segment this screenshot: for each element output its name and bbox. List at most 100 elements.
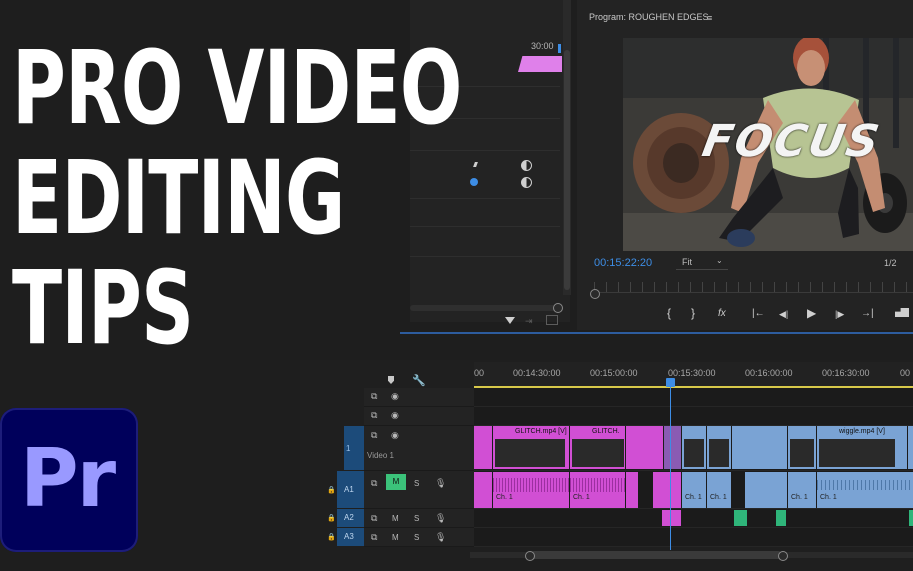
playhead-handle[interactable]	[666, 378, 675, 387]
half-circle-icon[interactable]	[521, 177, 532, 188]
resolution-dropdown[interactable]: 1/2	[884, 258, 897, 268]
source-timecode: 30:00	[531, 41, 554, 51]
track-row-v2[interactable]	[474, 407, 913, 426]
step-back-button[interactable]: ◀|	[779, 309, 788, 320]
program-timecode[interactable]: 00:15:22:20	[594, 257, 652, 269]
microphone-icon[interactable]: 🎙	[435, 478, 446, 489]
scroll-knob[interactable]	[525, 551, 535, 561]
channel-label: Ch. 1	[685, 494, 702, 501]
lock-icon[interactable]: 🔒	[327, 486, 336, 494]
video-clip[interactable]	[732, 426, 787, 469]
export-icon[interactable]	[546, 315, 558, 325]
mute-button-a3[interactable]: M	[392, 533, 399, 542]
mark-out-button[interactable]: }	[691, 306, 695, 320]
lock-icon[interactable]: 🔒	[327, 533, 336, 541]
panel-scrollbar-thumb[interactable]	[564, 50, 570, 290]
source-in-marker[interactable]	[558, 44, 561, 53]
video-clip[interactable]	[664, 426, 681, 469]
audio-clip-green[interactable]	[734, 510, 747, 526]
step-forward-button[interactable]: |▶	[835, 309, 844, 320]
keyframe-clip-bar[interactable]	[518, 56, 562, 72]
logo-text: Pr	[20, 432, 116, 525]
track-header-a1	[364, 471, 474, 509]
track-target-a2[interactable]: A2	[337, 509, 364, 527]
keyframe-marker[interactable]	[470, 178, 478, 186]
half-circle-icon[interactable]	[521, 160, 532, 171]
scroll-knob[interactable]	[778, 551, 788, 561]
audio-clip[interactable]	[745, 472, 787, 508]
sync-lock-icon[interactable]: ⧉	[371, 410, 377, 421]
title-line-2: EDITING	[12, 139, 345, 258]
eye-icon[interactable]: ◉	[391, 410, 399, 421]
video-clip[interactable]	[682, 426, 706, 469]
track-row-v3[interactable]	[474, 388, 913, 407]
track-header-v2	[364, 407, 474, 426]
audio-clip[interactable]: Ch. 1	[817, 472, 913, 508]
video-clip[interactable]	[626, 426, 663, 469]
audio-clip[interactable]	[626, 472, 638, 508]
playhead-line[interactable]	[670, 380, 671, 550]
solo-button-a1[interactable]: S	[414, 479, 419, 488]
audio-clip[interactable]	[653, 472, 681, 508]
scroll-knob[interactable]	[553, 303, 563, 313]
sync-lock-icon[interactable]: ⧉	[371, 430, 377, 441]
eye-icon[interactable]: ◉	[391, 430, 399, 441]
overlay-title-text: FOCUS	[698, 116, 885, 167]
sync-lock-icon[interactable]: ⧉	[371, 513, 377, 524]
mute-button-a1[interactable]: M	[386, 474, 406, 490]
lock-icon[interactable]: 🔒	[327, 514, 336, 522]
clip-label: GLITCH.mp4 [V]	[515, 428, 567, 435]
filter-icon[interactable]	[505, 317, 515, 324]
timecode-label: 00:16:00:00	[745, 368, 793, 378]
sync-lock-icon[interactable]: ⧉	[371, 532, 377, 543]
audio-clip[interactable]: Ch. 1	[570, 472, 625, 508]
eye-icon[interactable]: ◉	[391, 391, 399, 402]
audio-clip[interactable]: Ch. 1	[493, 472, 569, 508]
channel-label: Ch. 1	[791, 494, 808, 501]
zoom-dropdown[interactable]: Fit ⌄	[676, 256, 728, 270]
audio-clip-green[interactable]	[909, 510, 913, 526]
timecode-label: 00	[900, 368, 911, 378]
timeline-scrollbar-thumb[interactable]	[530, 551, 782, 559]
track-target-a1[interactable]: A1	[337, 471, 364, 508]
video-clip[interactable]: wiggle.mp4 [V]	[817, 426, 907, 469]
hamburger-icon[interactable]: ≡	[707, 13, 712, 23]
program-scrubber[interactable]	[594, 282, 913, 293]
video-clip[interactable]: GLITCH.mp4 [V]	[493, 426, 569, 469]
title-line-3: TIPS	[12, 249, 194, 368]
go-to-out-button[interactable]: →|	[861, 308, 874, 319]
video-clip[interactable]	[788, 426, 816, 469]
audio-clip[interactable]: Ch. 1	[788, 472, 816, 508]
solo-button-a2[interactable]: S	[414, 514, 419, 523]
track-id-a2: A2	[344, 513, 354, 522]
microphone-icon[interactable]: 🎙	[435, 513, 446, 524]
horizontal-scrollbar[interactable]	[410, 305, 560, 311]
scrubber-knob[interactable]	[590, 289, 600, 299]
solo-button-a3[interactable]: S	[414, 533, 419, 542]
video-clip[interactable]	[474, 426, 492, 469]
audio-clip-green[interactable]	[776, 510, 786, 526]
mark-in-button[interactable]: {	[667, 306, 671, 320]
track-target-a3[interactable]: A3	[337, 528, 364, 546]
microphone-icon[interactable]: 🎙	[435, 532, 446, 543]
video-clip[interactable]	[908, 426, 913, 469]
track-id-a3: A3	[344, 532, 354, 541]
fx-button[interactable]: fx	[718, 308, 726, 319]
video-clip[interactable]: GLITCH.	[570, 426, 625, 469]
audio-clip[interactable]	[474, 472, 492, 508]
insert-icon[interactable]: ⇥	[525, 316, 533, 327]
track-row-a3[interactable]	[474, 528, 913, 547]
premiere-pro-logo: Pr	[0, 408, 138, 552]
wrench-icon[interactable]: 🔧	[412, 374, 426, 387]
audio-clip[interactable]: Ch. 1	[707, 472, 731, 508]
program-video-frame[interactable]: FOCUS	[623, 38, 913, 251]
go-to-in-button[interactable]: |←	[752, 308, 765, 319]
play-button[interactable]: ▶	[807, 306, 816, 320]
video-clip[interactable]	[707, 426, 731, 469]
sync-lock-icon[interactable]: ⧉	[371, 478, 377, 489]
mute-button-a2[interactable]: M	[392, 514, 399, 523]
audio-clip-magenta[interactable]	[662, 510, 681, 526]
sync-lock-icon[interactable]: ⧉	[371, 391, 377, 402]
track-row-a2[interactable]	[474, 509, 913, 528]
audio-clip[interactable]: Ch. 1	[682, 472, 706, 508]
